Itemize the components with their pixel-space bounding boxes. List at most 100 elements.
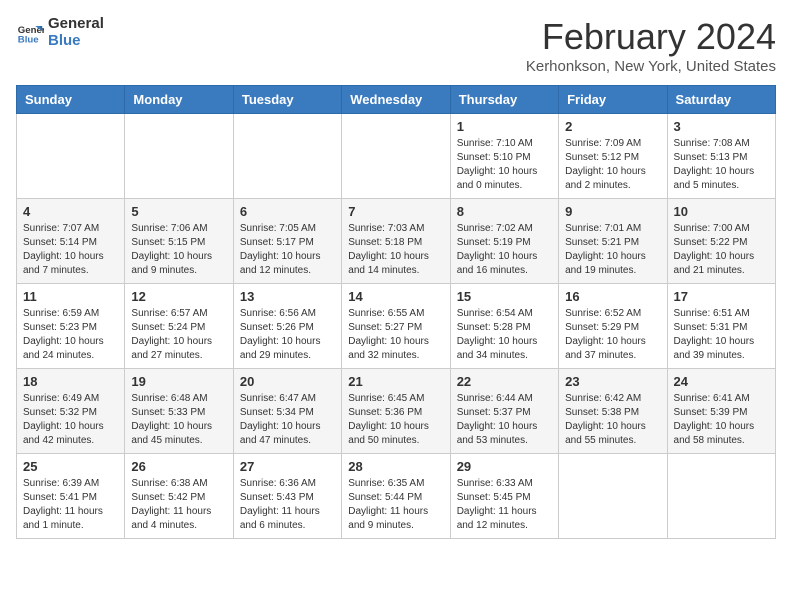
day-number: 1 bbox=[457, 119, 552, 134]
calendar-cell bbox=[559, 454, 667, 539]
day-number: 6 bbox=[240, 204, 335, 219]
day-info: Sunrise: 6:51 AM Sunset: 5:31 PM Dayligh… bbox=[674, 307, 769, 363]
calendar-week-3: 11Sunrise: 6:59 AM Sunset: 5:23 PM Dayli… bbox=[17, 284, 776, 369]
calendar-week-4: 18Sunrise: 6:49 AM Sunset: 5:32 PM Dayli… bbox=[17, 369, 776, 454]
day-header-friday: Friday bbox=[559, 86, 667, 114]
day-info: Sunrise: 7:01 AM Sunset: 5:21 PM Dayligh… bbox=[565, 222, 660, 278]
day-info: Sunrise: 6:42 AM Sunset: 5:38 PM Dayligh… bbox=[565, 392, 660, 448]
calendar-cell: 13 Sunrise: 6:56 AM Sunset: 5:26 PM Dayli… bbox=[233, 284, 341, 369]
day-number: 8 bbox=[457, 204, 552, 219]
day-info: Sunrise: 6:48 AM Sunset: 5:33 PM Dayligh… bbox=[131, 392, 226, 448]
calendar-cell: 23 Sunrise: 6:42 AM Sunset: 5:38 PM Dayli… bbox=[559, 369, 667, 454]
day-number: 19 bbox=[131, 374, 226, 389]
calendar-cell bbox=[667, 454, 775, 539]
calendar-cell: 15Sunrise: 6:54 AM Sunset: 5:28 PM Dayli… bbox=[450, 284, 558, 369]
logo: General Blue General Blue bbox=[16, 16, 104, 49]
day-header-tuesday: Tuesday bbox=[233, 86, 341, 114]
calendar-cell: 7 Sunrise: 7:03 AM Sunset: 5:18 PM Daylig… bbox=[342, 199, 450, 284]
day-info: Sunrise: 7:00 AM Sunset: 5:22 PM Dayligh… bbox=[674, 222, 769, 278]
day-number: 17 bbox=[674, 289, 769, 304]
day-number: 5 bbox=[131, 204, 226, 219]
calendar-week-1: 1Sunrise: 7:10 AM Sunset: 5:10 PM Daylig… bbox=[17, 114, 776, 199]
title-block: February 2024 Kerhonkson, New York, Unit… bbox=[526, 16, 776, 75]
day-number: 20 bbox=[240, 374, 335, 389]
day-info: Sunrise: 6:49 AM Sunset: 5:32 PM Dayligh… bbox=[23, 392, 118, 448]
day-info: Sunrise: 6:35 AM Sunset: 5:44 PM Dayligh… bbox=[348, 477, 443, 533]
calendar-cell: 10 Sunrise: 7:00 AM Sunset: 5:22 PM Dayli… bbox=[667, 199, 775, 284]
day-number: 12 bbox=[131, 289, 226, 304]
calendar-cell: 22 Sunrise: 6:44 AM Sunset: 5:37 PM Dayli… bbox=[450, 369, 558, 454]
day-number: 27 bbox=[240, 459, 335, 474]
day-info: Sunrise: 7:08 AM Sunset: 5:13 PM Dayligh… bbox=[674, 137, 769, 193]
day-info: Sunrise: 6:55 AM Sunset: 5:27 PM Dayligh… bbox=[348, 307, 443, 363]
calendar-header-row: SundayMondayTuesdayWednesdayThursdayFrid… bbox=[17, 86, 776, 114]
logo-icon: General Blue bbox=[16, 19, 44, 47]
calendar-week-5: 25 Sunrise: 6:39 AM Sunset: 5:41 PM Dayli… bbox=[17, 454, 776, 539]
calendar-cell: 25 Sunrise: 6:39 AM Sunset: 5:41 PM Dayli… bbox=[17, 454, 125, 539]
day-info: Sunrise: 6:44 AM Sunset: 5:37 PM Dayligh… bbox=[457, 392, 552, 448]
day-info: Sunrise: 6:38 AM Sunset: 5:42 PM Dayligh… bbox=[131, 477, 226, 533]
day-info: Sunrise: 7:05 AM Sunset: 5:17 PM Dayligh… bbox=[240, 222, 335, 278]
day-info: Sunrise: 7:09 AM Sunset: 5:12 PM Dayligh… bbox=[565, 137, 660, 193]
day-info: Sunrise: 6:52 AM Sunset: 5:29 PM Dayligh… bbox=[565, 307, 660, 363]
calendar-cell: 28 Sunrise: 6:35 AM Sunset: 5:44 PM Dayli… bbox=[342, 454, 450, 539]
calendar-cell bbox=[342, 114, 450, 199]
calendar-cell bbox=[17, 114, 125, 199]
calendar-cell: 11Sunrise: 6:59 AM Sunset: 5:23 PM Dayli… bbox=[17, 284, 125, 369]
day-header-wednesday: Wednesday bbox=[342, 86, 450, 114]
day-number: 3 bbox=[674, 119, 769, 134]
day-number: 16 bbox=[565, 289, 660, 304]
day-number: 28 bbox=[348, 459, 443, 474]
calendar-cell: 6 Sunrise: 7:05 AM Sunset: 5:17 PM Daylig… bbox=[233, 199, 341, 284]
calendar-cell bbox=[233, 114, 341, 199]
day-number: 29 bbox=[457, 459, 552, 474]
day-number: 4 bbox=[23, 204, 118, 219]
day-number: 9 bbox=[565, 204, 660, 219]
calendar-cell: 5 Sunrise: 7:06 AM Sunset: 5:15 PM Daylig… bbox=[125, 199, 233, 284]
day-header-sunday: Sunday bbox=[17, 86, 125, 114]
calendar-week-2: 4 Sunrise: 7:07 AM Sunset: 5:14 PM Daylig… bbox=[17, 199, 776, 284]
day-header-thursday: Thursday bbox=[450, 86, 558, 114]
day-number: 23 bbox=[565, 374, 660, 389]
logo-general: General bbox=[48, 16, 104, 33]
day-number: 11 bbox=[23, 289, 118, 304]
day-info: Sunrise: 6:33 AM Sunset: 5:45 PM Dayligh… bbox=[457, 477, 552, 533]
calendar-cell: 12Sunrise: 6:57 AM Sunset: 5:24 PM Dayli… bbox=[125, 284, 233, 369]
day-number: 22 bbox=[457, 374, 552, 389]
day-info: Sunrise: 6:45 AM Sunset: 5:36 PM Dayligh… bbox=[348, 392, 443, 448]
page-header: General Blue General Blue February 2024 … bbox=[16, 16, 776, 75]
calendar-cell: 27Sunrise: 6:36 AM Sunset: 5:43 PM Dayli… bbox=[233, 454, 341, 539]
calendar-cell: 1Sunrise: 7:10 AM Sunset: 5:10 PM Daylig… bbox=[450, 114, 558, 199]
calendar-cell: 19 Sunrise: 6:48 AM Sunset: 5:33 PM Dayli… bbox=[125, 369, 233, 454]
calendar-cell: 18Sunrise: 6:49 AM Sunset: 5:32 PM Dayli… bbox=[17, 369, 125, 454]
calendar-cell: 20 Sunrise: 6:47 AM Sunset: 5:34 PM Dayli… bbox=[233, 369, 341, 454]
calendar-cell: 21 Sunrise: 6:45 AM Sunset: 5:36 PM Dayli… bbox=[342, 369, 450, 454]
calendar-cell: 14 Sunrise: 6:55 AM Sunset: 5:27 PM Dayli… bbox=[342, 284, 450, 369]
day-number: 7 bbox=[348, 204, 443, 219]
logo-blue: Blue bbox=[48, 33, 104, 50]
day-info: Sunrise: 7:03 AM Sunset: 5:18 PM Dayligh… bbox=[348, 222, 443, 278]
day-number: 21 bbox=[348, 374, 443, 389]
calendar-cell: 4 Sunrise: 7:07 AM Sunset: 5:14 PM Daylig… bbox=[17, 199, 125, 284]
day-number: 25 bbox=[23, 459, 118, 474]
day-header-saturday: Saturday bbox=[667, 86, 775, 114]
calendar-cell: 24 Sunrise: 6:41 AM Sunset: 5:39 PM Dayli… bbox=[667, 369, 775, 454]
calendar-cell: 8Sunrise: 7:02 AM Sunset: 5:19 PM Daylig… bbox=[450, 199, 558, 284]
svg-text:Blue: Blue bbox=[18, 34, 39, 45]
day-info: Sunrise: 6:39 AM Sunset: 5:41 PM Dayligh… bbox=[23, 477, 118, 533]
day-number: 26 bbox=[131, 459, 226, 474]
day-info: Sunrise: 6:41 AM Sunset: 5:39 PM Dayligh… bbox=[674, 392, 769, 448]
calendar-cell: 2Sunrise: 7:09 AM Sunset: 5:12 PM Daylig… bbox=[559, 114, 667, 199]
day-info: Sunrise: 6:47 AM Sunset: 5:34 PM Dayligh… bbox=[240, 392, 335, 448]
day-number: 14 bbox=[348, 289, 443, 304]
day-info: Sunrise: 6:56 AM Sunset: 5:26 PM Dayligh… bbox=[240, 307, 335, 363]
day-info: Sunrise: 7:06 AM Sunset: 5:15 PM Dayligh… bbox=[131, 222, 226, 278]
calendar-cell: 29 Sunrise: 6:33 AM Sunset: 5:45 PM Dayli… bbox=[450, 454, 558, 539]
calendar-cell: 17 Sunrise: 6:51 AM Sunset: 5:31 PM Dayli… bbox=[667, 284, 775, 369]
day-number: 13 bbox=[240, 289, 335, 304]
day-info: Sunrise: 6:54 AM Sunset: 5:28 PM Dayligh… bbox=[457, 307, 552, 363]
day-info: Sunrise: 7:07 AM Sunset: 5:14 PM Dayligh… bbox=[23, 222, 118, 278]
day-number: 24 bbox=[674, 374, 769, 389]
day-number: 10 bbox=[674, 204, 769, 219]
calendar-cell: 16 Sunrise: 6:52 AM Sunset: 5:29 PM Dayli… bbox=[559, 284, 667, 369]
